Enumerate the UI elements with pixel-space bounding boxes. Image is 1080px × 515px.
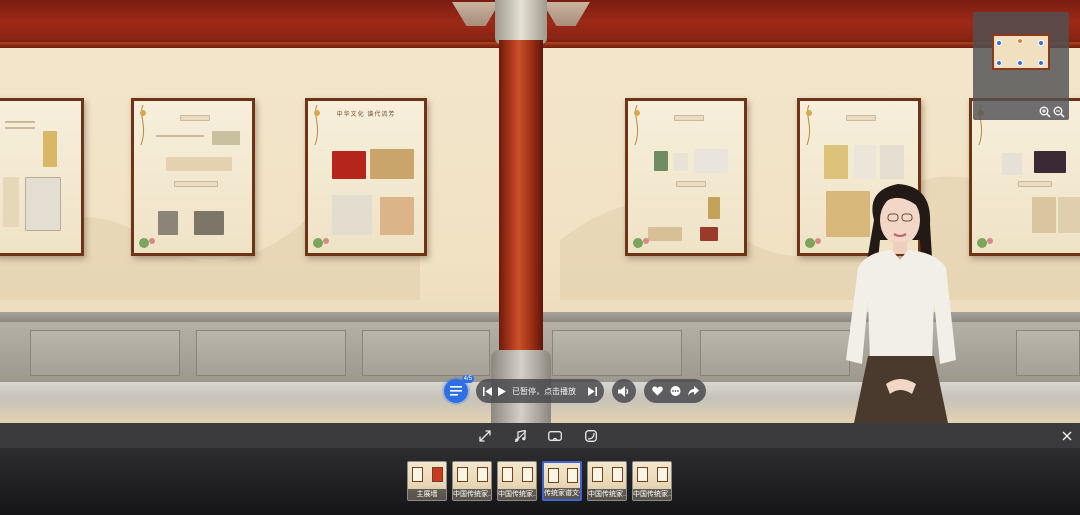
exhibit-board[interactable] — [969, 98, 1080, 256]
exhibit-board[interactable] — [625, 98, 747, 256]
minimap-hotspot[interactable] — [996, 60, 1002, 66]
play-icon[interactable] — [498, 386, 506, 396]
social-actions — [644, 379, 706, 403]
scene-thumbnail[interactable]: 中国传统家... — [632, 461, 672, 501]
minimap-hotspot[interactable] — [1038, 60, 1044, 66]
scene-thumbnail[interactable]: 中国传统家... — [452, 461, 492, 501]
flower-ornament-icon — [314, 105, 320, 145]
skip-previous-icon[interactable] — [483, 386, 492, 396]
scene-thumbnail-active[interactable]: 传统家谱文化 — [542, 461, 582, 501]
lotus-ornament-icon — [633, 238, 649, 248]
lotus-ornament-icon — [805, 238, 821, 248]
sound-toggle-button[interactable] — [612, 379, 636, 403]
scene-thumbnail-caption: 中国传统家... — [453, 489, 491, 500]
flower-ornament-icon — [140, 105, 146, 145]
vr-goggles-icon[interactable] — [546, 427, 564, 445]
exhibit-board[interactable] — [131, 98, 255, 256]
lotus-ornament-icon — [139, 238, 155, 248]
minimap-hotspot[interactable] — [996, 40, 1002, 46]
skip-next-icon[interactable] — [588, 386, 597, 396]
virtual-guide-avatar[interactable] — [836, 180, 966, 423]
heart-icon[interactable] — [651, 386, 663, 396]
close-icon[interactable] — [1058, 427, 1076, 445]
scene-thumbnail[interactable]: 中国传统家... — [587, 461, 627, 501]
dado-panel — [700, 330, 850, 376]
panorama-view[interactable]: 中华文化 谱代流芳 4/5 已暂停，点击播放 — [0, 0, 1080, 423]
flower-ornament-icon — [634, 105, 640, 145]
current-location-marker — [1017, 38, 1023, 44]
exhibit-board[interactable]: 中华文化 谱代流芳 — [305, 98, 427, 256]
playlist-icon — [450, 386, 462, 396]
share-icon[interactable] — [687, 386, 699, 396]
dado-panel — [30, 330, 180, 376]
minimap-hotspot[interactable] — [1038, 40, 1044, 46]
view-toolbar — [0, 423, 1080, 448]
floor-plan-minimap[interactable] — [973, 12, 1069, 120]
scene-thumbnail-caption: 中国传统家... — [498, 489, 536, 500]
minimap-hotspot[interactable] — [1017, 60, 1023, 66]
playlist-badge: 4/5 — [461, 375, 474, 383]
gyroscope-icon[interactable] — [582, 427, 600, 445]
scene-thumbnail[interactable]: 中国传统家... — [497, 461, 537, 501]
exhibit-board[interactable] — [0, 98, 84, 256]
speaker-icon — [618, 385, 629, 397]
lotus-ornament-icon — [977, 238, 993, 248]
red-pillar — [491, 0, 551, 423]
scene-thumbnail-bar: 主展墙 中国传统家... 中国传统家... 传统家谱文化 中国传统家... 中国… — [0, 448, 1080, 515]
music-icon[interactable] — [511, 427, 529, 445]
flower-ornament-icon — [806, 105, 812, 145]
scene-thumbnail[interactable]: 主展墙 — [407, 461, 447, 501]
comment-icon[interactable] — [670, 386, 681, 396]
dado-panel — [362, 330, 490, 376]
lotus-ornament-icon — [313, 238, 329, 248]
scene-thumbnail-caption: 中国传统家... — [633, 489, 671, 500]
playback-status-text[interactable]: 已暂停，点击播放 — [512, 386, 582, 397]
scene-thumbnail-caption: 主展墙 — [408, 489, 446, 500]
zoom-out-icon[interactable] — [1053, 106, 1065, 118]
narration-player[interactable]: 已暂停，点击播放 — [476, 379, 604, 403]
expand-icon[interactable] — [476, 427, 494, 445]
zoom-in-icon[interactable] — [1039, 106, 1051, 118]
board-title: 中华文化 谱代流芳 — [336, 112, 396, 118]
playlist-button[interactable]: 4/5 — [444, 375, 474, 403]
dado-panel — [196, 330, 346, 376]
scene-thumbnail-caption: 中国传统家... — [588, 489, 626, 500]
dado-panel — [1016, 330, 1080, 376]
scene-thumbnail-caption: 传统家谱文化 — [544, 488, 580, 499]
dado-panel — [552, 330, 682, 376]
